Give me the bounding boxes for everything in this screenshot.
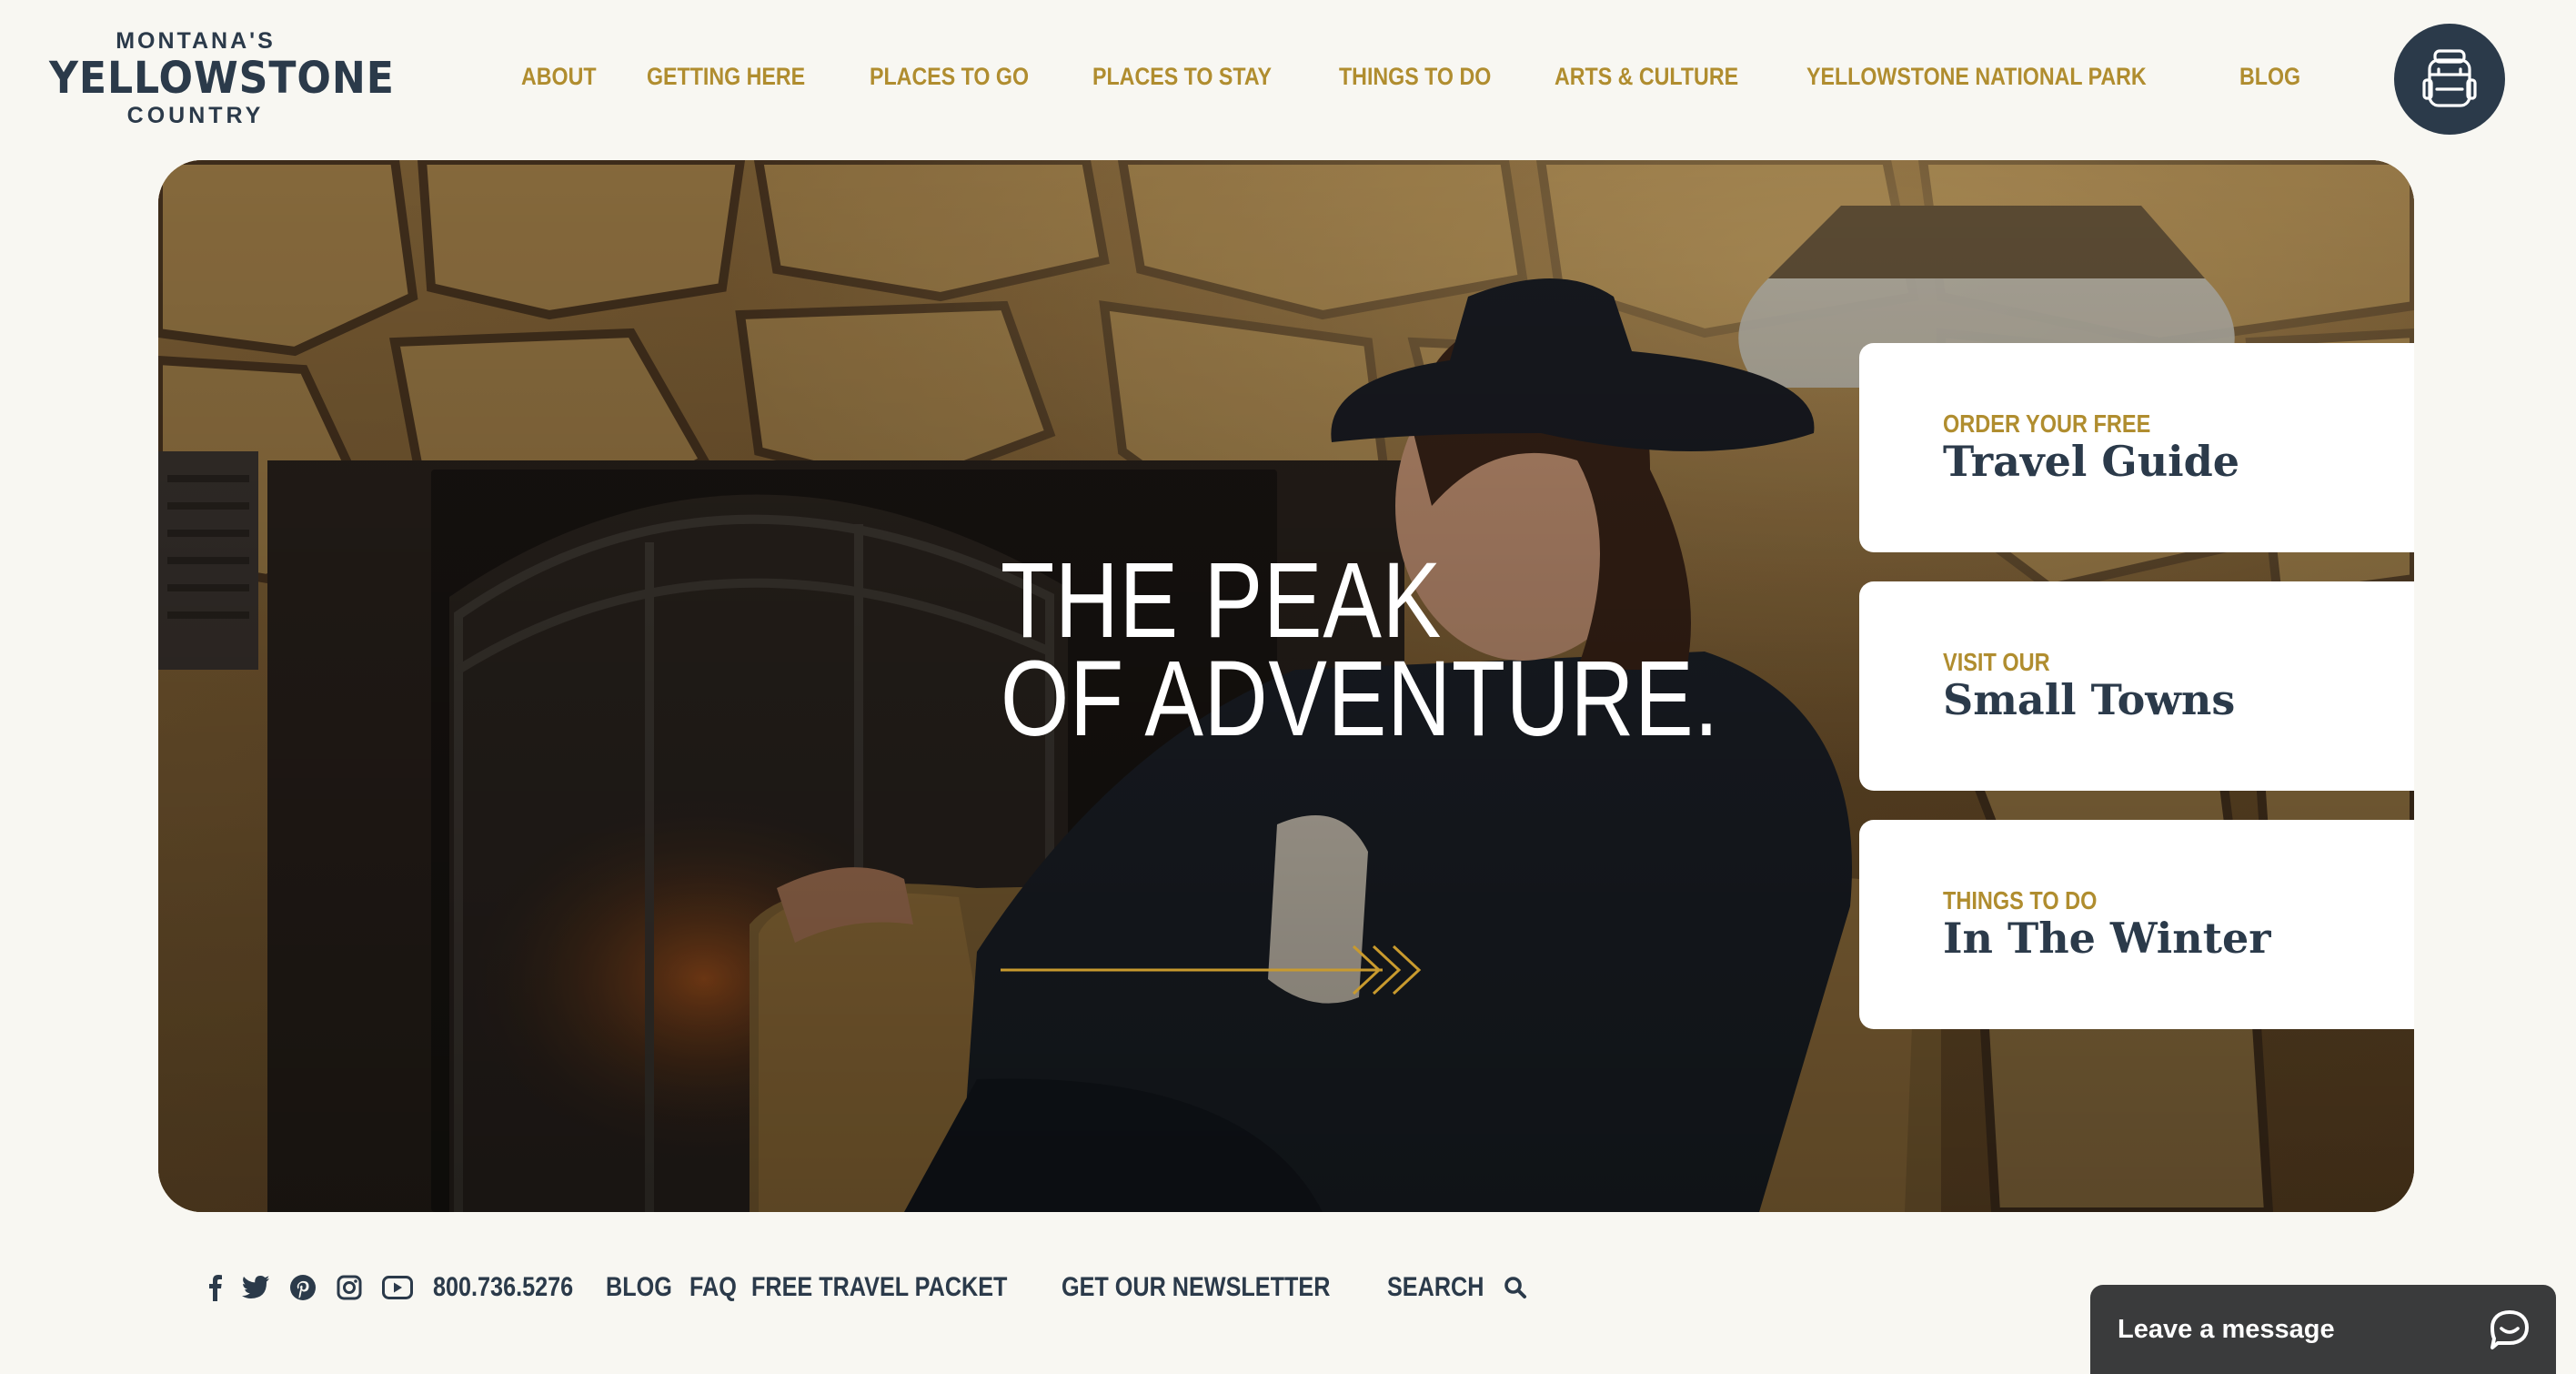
social-links	[207, 1274, 413, 1301]
nav-about[interactable]: ABOUT	[521, 63, 597, 91]
site-logo[interactable]: MONTANA'S YELLOWSTONE COUNTRY	[36, 27, 395, 132]
faq-link[interactable]: FAQ	[689, 1272, 737, 1303]
twitter-icon[interactable]	[242, 1276, 269, 1299]
chat-label: Leave a message	[2118, 1314, 2335, 1344]
hero-headline-line1: THE PEAK	[1001, 541, 1443, 661]
cta-winter-title: In The Winter	[1943, 914, 2271, 963]
cta-travel-guide[interactable]: ORDER YOUR FREE Travel Guide	[1859, 343, 2414, 552]
newsletter-link[interactable]: GET OUR NEWSLETTER	[1062, 1272, 1330, 1303]
utility-bar: 800.736.5276 BLOG FAQ FREE TRAVEL PACKET…	[207, 1267, 1527, 1308]
nav-blog[interactable]: BLOG	[2239, 63, 2300, 91]
logo-bottom-text: COUNTRY	[126, 103, 265, 128]
cta-small-towns-kicker: VISIT OUR	[1943, 648, 2050, 676]
pinterest-icon[interactable]	[289, 1274, 317, 1301]
site-header: MONTANA'S YELLOWSTONE COUNTRY ABOUT GETT…	[0, 0, 2576, 155]
arrow-right-icon	[1001, 945, 1422, 995]
free-travel-packet-link[interactable]: FREE TRAVEL PACKET	[751, 1272, 1007, 1303]
backpack-button[interactable]	[2394, 24, 2505, 135]
facebook-icon[interactable]	[207, 1274, 222, 1301]
hero-video[interactable]: THE PEAK OF ADVENTURE. ORDER YOUR FREE T…	[158, 160, 2414, 1212]
logo-main-text: YELLOWSTONE	[49, 53, 395, 104]
cta-travel-guide-title: Travel Guide	[1943, 437, 2240, 486]
cta-travel-guide-kicker: ORDER YOUR FREE	[1943, 409, 2151, 438]
nav-getting-here[interactable]: GETTING HERE	[647, 63, 805, 91]
blog-link[interactable]: BLOG	[606, 1272, 672, 1303]
main-nav: ABOUT GETTING HERE PLACES TO GO PLACES T…	[521, 56, 2305, 96]
cta-winter[interactable]: THINGS TO DO In The Winter	[1859, 820, 2414, 1029]
chat-widget[interactable]: Leave a message	[2090, 1285, 2556, 1374]
nav-arts-culture[interactable]: ARTS & CULTURE	[1555, 63, 1738, 91]
cta-winter-kicker: THINGS TO DO	[1943, 886, 2098, 914]
utility-links: 800.736.5276 BLOG FAQ FREE TRAVEL PACKET…	[433, 1272, 1485, 1303]
nav-yellowstone-national-park[interactable]: YELLOWSTONE NATIONAL PARK	[1806, 63, 2147, 91]
backpack-icon	[2422, 49, 2477, 107]
phone-link[interactable]: 800.736.5276	[433, 1272, 573, 1303]
nav-places-to-stay[interactable]: PLACES TO STAY	[1092, 63, 1272, 91]
search-link[interactable]: SEARCH	[1387, 1272, 1484, 1303]
instagram-icon[interactable]	[337, 1275, 362, 1300]
hero-headline-line2: OF ADVENTURE.	[1001, 639, 1720, 759]
logo-top-text: MONTANA'S	[116, 28, 276, 54]
youtube-icon[interactable]	[382, 1276, 413, 1299]
nav-places-to-go[interactable]: PLACES TO GO	[870, 63, 1029, 91]
cta-small-towns-title: Small Towns	[1943, 675, 2236, 724]
hero-headline: THE PEAK OF ADVENTURE.	[1001, 541, 1720, 759]
cta-small-towns[interactable]: VISIT OUR Small Towns	[1859, 581, 2414, 791]
chat-bubble-icon	[2490, 1310, 2529, 1349]
nav-things-to-do[interactable]: THINGS TO DO	[1339, 63, 1491, 91]
search-icon[interactable]	[1504, 1276, 1527, 1299]
